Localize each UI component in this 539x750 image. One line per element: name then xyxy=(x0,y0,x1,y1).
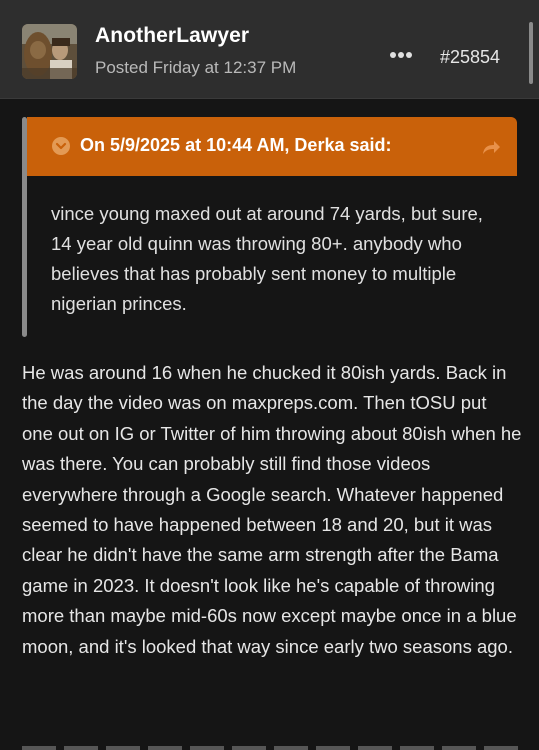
next-paragraph-partial xyxy=(22,738,522,750)
quote-text: vince young maxed out at around 74 yards… xyxy=(51,203,483,314)
quote-attribution: On 5/9/2025 at 10:44 AM, Derka said: xyxy=(80,135,392,155)
scrollbar[interactable] xyxy=(529,22,533,84)
share-arrow-icon[interactable] xyxy=(480,137,502,157)
author-name[interactable]: AnotherLawyer xyxy=(95,24,249,48)
chevron-down-icon[interactable] xyxy=(52,137,70,155)
post-number-link[interactable]: #25854 xyxy=(440,47,500,68)
post-content: He was around 16 when he chucked it 80is… xyxy=(22,358,522,662)
post-header: AnotherLawyer Posted Friday at 12:37 PM … xyxy=(0,0,539,99)
quote-block: On 5/9/2025 at 10:44 AM, Derka said: vin… xyxy=(22,117,517,337)
more-dots-icon[interactable] xyxy=(386,46,418,62)
avatar-image xyxy=(22,24,77,79)
post-timestamp[interactable]: Posted Friday at 12:37 PM xyxy=(95,58,296,78)
avatar[interactable] xyxy=(22,24,77,79)
post-paragraph: He was around 16 when he chucked it 80is… xyxy=(22,362,522,657)
quote-header[interactable]: On 5/9/2025 at 10:44 AM, Derka said: xyxy=(27,117,517,176)
